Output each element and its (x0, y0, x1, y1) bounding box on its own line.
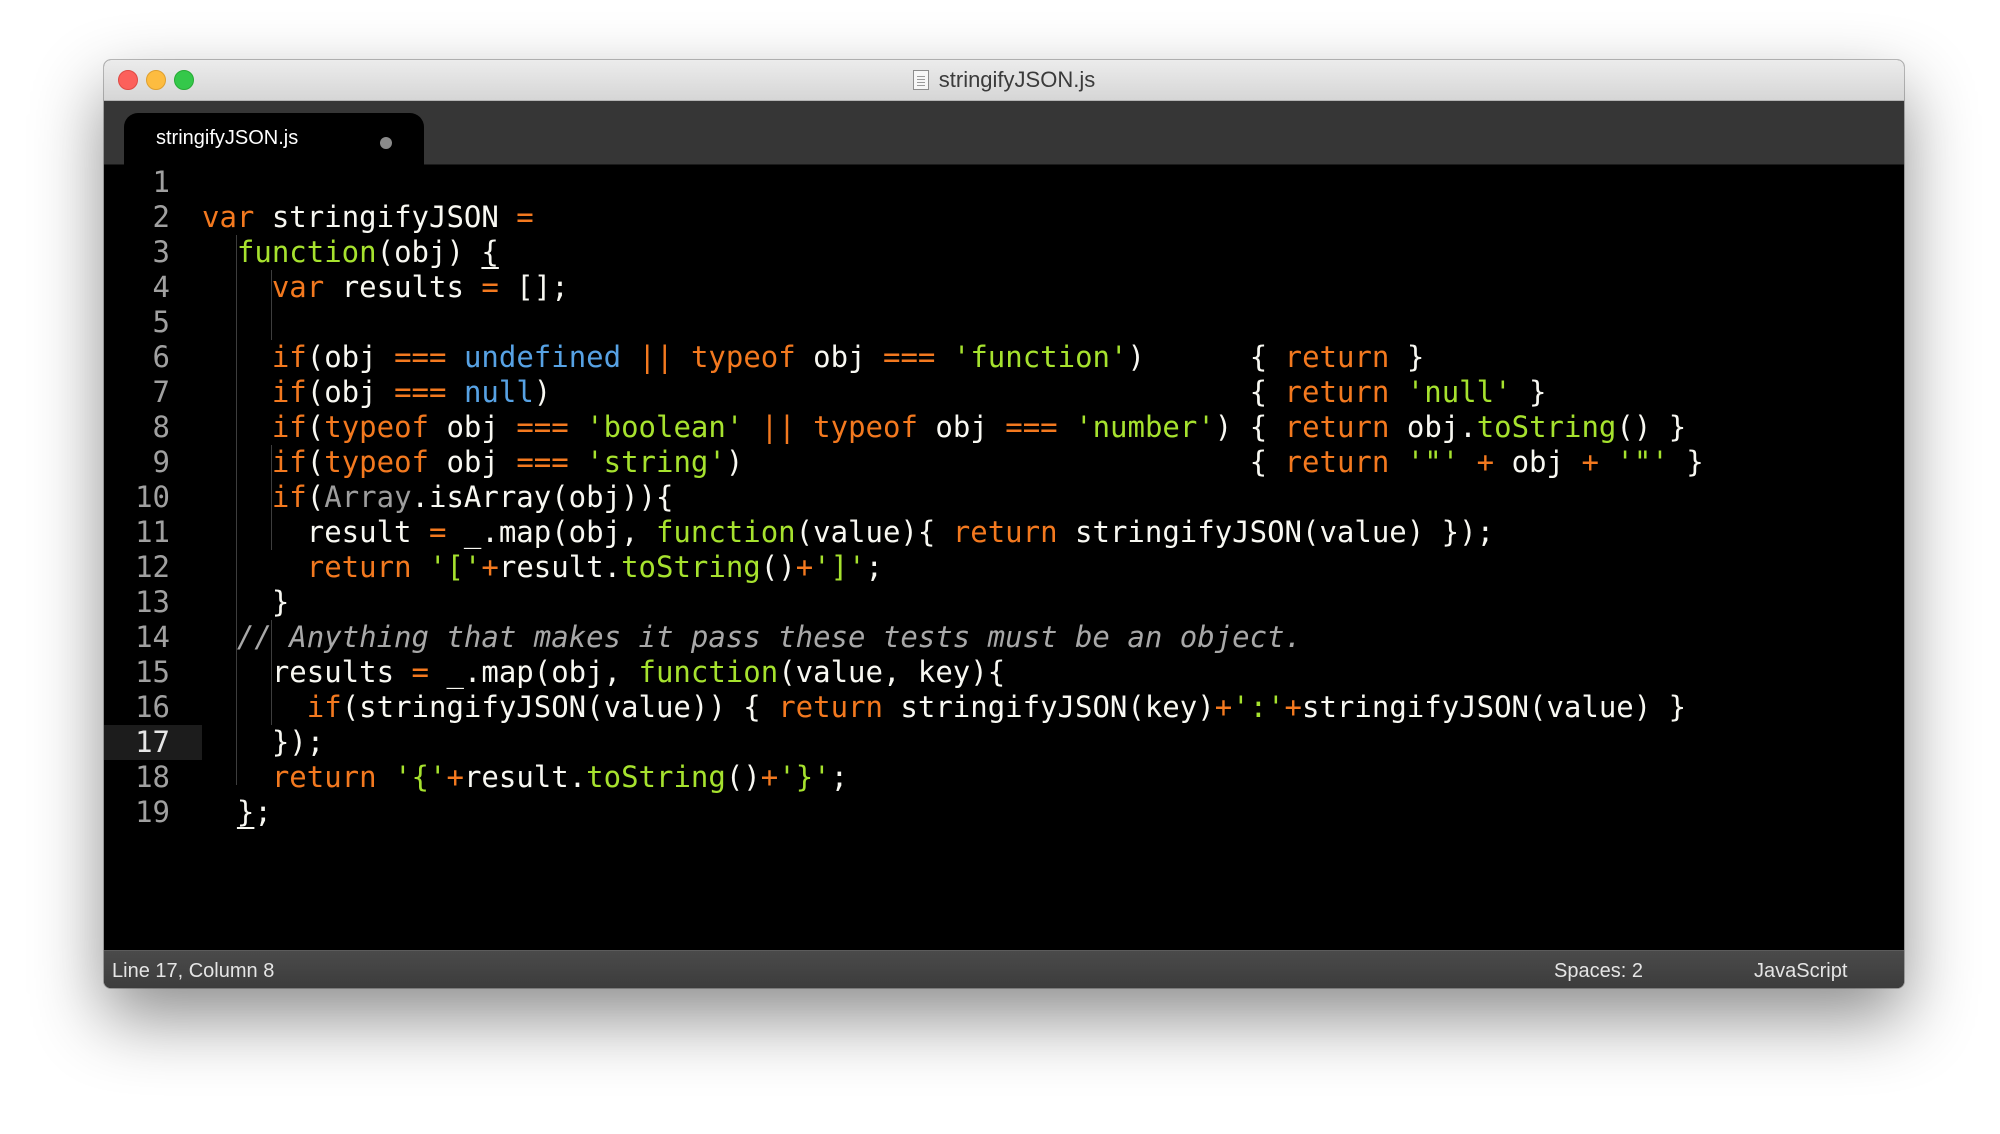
code-line: if(typeof obj === 'boolean' || typeof ob… (271, 410, 1687, 444)
code-line-current: }); (202, 725, 325, 759)
line-number-gutter: 1 2 3 4 5 6 7 8 9 10 11 12 13 14 15 16 17 18 19 (104, 165, 202, 950)
line-number[interactable]: 2 (104, 200, 202, 235)
line-number[interactable]: 13 (104, 585, 202, 620)
code-line: } (202, 585, 290, 619)
code-line: results = _.map(obj, function(value, key… (202, 655, 1006, 689)
editor-window: stringifyJSON.js stringifyJSON.js 123456… (104, 60, 1904, 988)
tab-stringifyjson[interactable]: stringifyJSON.js (124, 113, 424, 165)
line-number[interactable]: 10 (104, 480, 202, 515)
tab-label: stringifyJSON.js (156, 127, 299, 149)
line-number[interactable]: 15 (104, 655, 202, 690)
line-number[interactable]: 18 (104, 760, 202, 795)
code-line: var results = []; (271, 270, 569, 304)
cursor-position[interactable]: Line 17, Column 8 (112, 960, 274, 983)
code-line: if(obj === null) { return 'null' } (271, 375, 1547, 409)
line-number[interactable]: 12 (104, 550, 202, 585)
document-icon (912, 70, 929, 90)
line-number[interactable]: 17 (104, 725, 202, 760)
code-line: return '['+result.toString()+']'; (306, 550, 884, 584)
window-title-group: stringifyJSON.js (104, 60, 1904, 100)
code-line: if(typeof obj === 'string') { return '"'… (271, 445, 1704, 479)
line-number[interactable]: 9 (104, 445, 202, 480)
title-bar[interactable]: stringifyJSON.js (104, 60, 1904, 101)
line-number[interactable]: 16 (104, 690, 202, 725)
code-text-area[interactable]: var stringifyJSON = function(obj) { var … (202, 165, 1904, 950)
indentation-setting[interactable]: Spaces: 2 (1554, 960, 1643, 983)
line-number[interactable]: 7 (104, 375, 202, 410)
line-number[interactable]: 4 (104, 270, 202, 305)
code-line: // Anything that makes it pass these tes… (236, 620, 1302, 654)
tab-strip: stringifyJSON.js (104, 101, 1904, 165)
code-line: }; (236, 795, 272, 829)
unsaved-changes-dot-icon[interactable] (380, 137, 392, 149)
code-line: return '{'+result.toString()+'}'; (271, 760, 849, 794)
line-number[interactable]: 1 (104, 165, 202, 200)
code-line: if(obj === undefined || typeof obj === '… (271, 340, 1425, 374)
line-number[interactable]: 14 (104, 620, 202, 655)
line-number[interactable]: 5 (104, 305, 202, 340)
code-line: result = _.map(obj, function(value){ ret… (202, 515, 1495, 549)
code-line: if(Array.isArray(obj)){ (271, 480, 674, 514)
code-editor[interactable]: 1 2 3 4 5 6 7 8 9 10 11 12 13 14 15 16 17 18 19 var string… (104, 165, 1904, 950)
line-number[interactable]: 6 (104, 340, 202, 375)
code-line: if(stringifyJSON(value)) { return string… (306, 690, 1687, 724)
line-number[interactable]: 11 (104, 515, 202, 550)
code-line: var stringifyJSON = (202, 200, 534, 234)
line-number[interactable]: 8 (104, 410, 202, 445)
syntax-selector[interactable]: JavaScript (1754, 960, 1847, 983)
status-bar: Line 17, Column 8 Spaces: 2 JavaScript (104, 950, 1904, 988)
code-line: function(obj) { (236, 235, 499, 269)
line-number[interactable]: 3 (104, 235, 202, 270)
window-title: stringifyJSON.js (938, 67, 1096, 92)
line-number[interactable]: 19 (104, 795, 202, 830)
